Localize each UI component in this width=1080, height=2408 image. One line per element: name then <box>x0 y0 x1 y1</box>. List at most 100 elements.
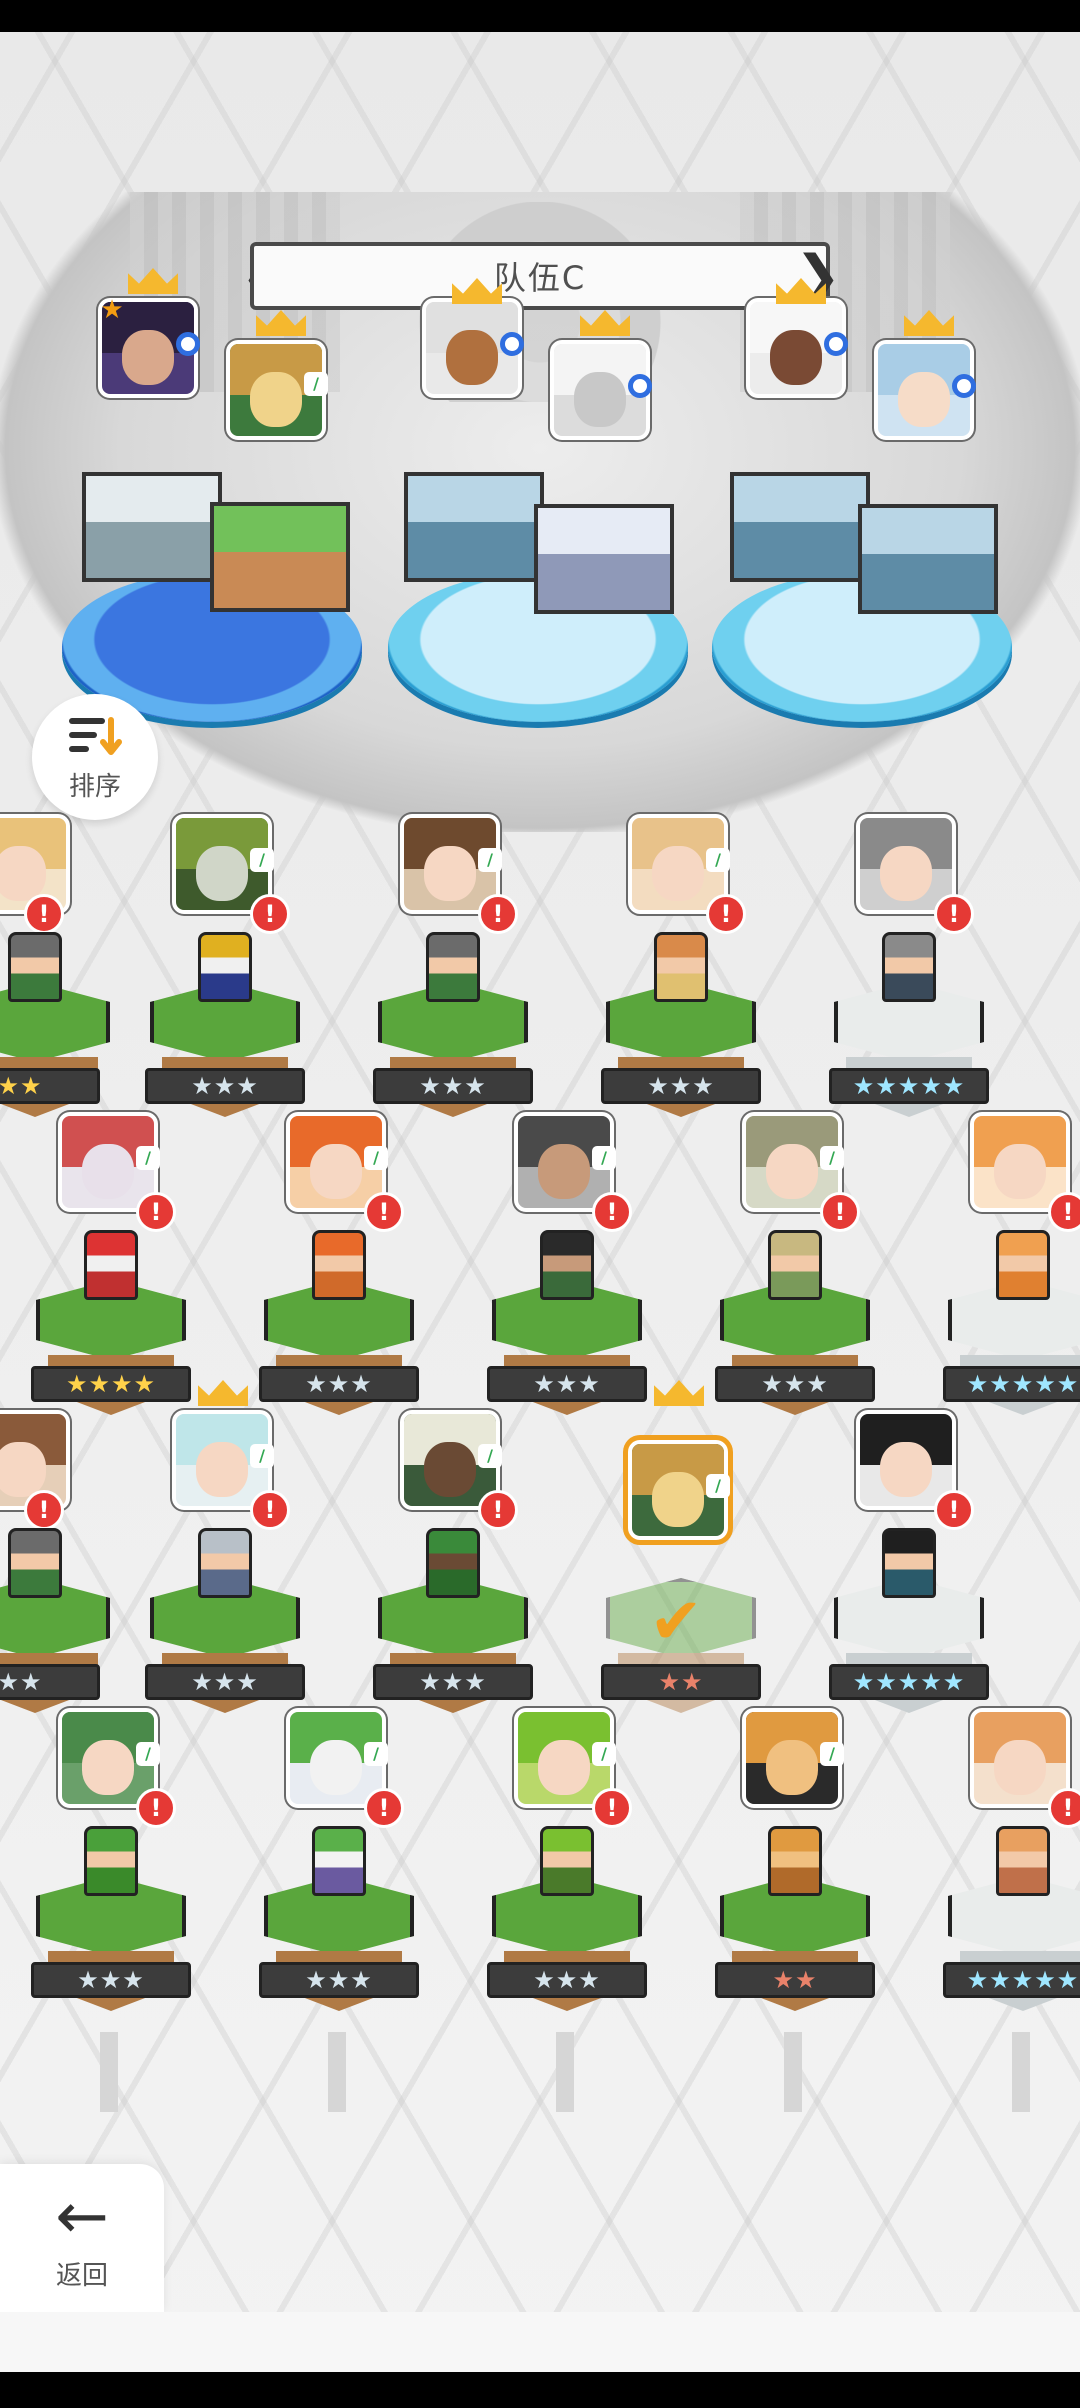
sort-icon <box>69 716 122 755</box>
team-badge-icon <box>176 332 200 356</box>
back-arrow-icon: ← <box>55 2179 109 2254</box>
alert-icon: ! <box>364 1788 404 1828</box>
pedestal-pole <box>556 2032 574 2112</box>
alert-icon: ! <box>136 1788 176 1828</box>
roster-pedestal[interactable] <box>150 932 300 1132</box>
leaf-icon: / <box>250 1444 274 1468</box>
team-badge-icon <box>952 374 976 398</box>
pedestal-pole <box>100 2032 118 2112</box>
leaf-icon: / <box>136 1742 160 1766</box>
team-banner: 队伍C <box>250 242 830 310</box>
leaf-icon: / <box>592 1742 616 1766</box>
leaf-icon: / <box>820 1742 844 1766</box>
leaf-icon: / <box>250 848 274 872</box>
alert-icon: ! <box>24 1490 64 1530</box>
roster-pedestal[interactable] <box>150 1528 300 1728</box>
navigation-bar <box>0 2372 1080 2408</box>
roster-pedestal[interactable] <box>264 1230 414 1430</box>
rarity-stars: ★★★ <box>259 1366 419 1402</box>
roster-pedestal[interactable] <box>606 932 756 1132</box>
roster-pedestal[interactable] <box>834 932 984 1132</box>
leaf-icon: / <box>136 1146 160 1170</box>
roster-pedestal[interactable] <box>264 1826 414 2026</box>
leaf-icon: / <box>820 1146 844 1170</box>
leaf-icon: / <box>364 1146 388 1170</box>
back-label: 返回 <box>55 2260 108 2291</box>
alert-icon: ! <box>934 894 974 934</box>
roster-pedestal[interactable] <box>378 932 528 1132</box>
alert-icon: ! <box>136 1192 176 1232</box>
pedestal-pole <box>784 2032 802 2112</box>
alert-icon: ! <box>820 1192 860 1232</box>
roster-pedestal[interactable] <box>948 1826 1080 2026</box>
rarity-stars: ★★ <box>0 1068 100 1104</box>
rarity-stars: ★★★ <box>601 1068 761 1104</box>
rarity-stars: ★★★ <box>373 1068 533 1104</box>
leaf-icon: / <box>706 1474 730 1498</box>
crown-icon <box>654 1380 704 1406</box>
rarity-stars: ★★★ <box>259 1962 419 1998</box>
alert-icon: ! <box>934 1490 974 1530</box>
roster-pedestal[interactable] <box>720 1826 870 2026</box>
alert-icon: ! <box>478 894 518 934</box>
rarity-stars: ★★★ <box>145 1068 305 1104</box>
roster-pedestal[interactable] <box>36 1230 186 1430</box>
game-stage: ❮ 队伍C ❯ ★ / <box>0 32 1080 2372</box>
team-slot-3[interactable] <box>404 472 544 582</box>
alert-icon: ! <box>478 1490 518 1530</box>
leaf-icon: / <box>364 1742 388 1766</box>
rarity-stars: ★★★ <box>487 1962 647 1998</box>
star-badge-icon: ★ <box>100 295 124 325</box>
back-button[interactable]: ← 返回 <box>0 2164 164 2312</box>
roster-pedestal[interactable] <box>948 1230 1080 1430</box>
roster-pedestal[interactable] <box>492 1826 642 2026</box>
check-icon: ✔ <box>649 1585 703 1659</box>
pedestal-pole <box>328 2032 346 2112</box>
status-bar <box>0 0 1080 32</box>
alert-icon: ! <box>364 1192 404 1232</box>
leaf-icon: / <box>592 1146 616 1170</box>
alert-icon: ! <box>250 1490 290 1530</box>
rarity-stars: ★★★ <box>31 1962 191 1998</box>
roster-pedestal[interactable] <box>492 1230 642 1430</box>
team-badge-icon <box>824 332 848 356</box>
roster-pedestal[interactable] <box>36 1826 186 2026</box>
roster-pedestal[interactable] <box>0 1528 110 1728</box>
alert-icon: ! <box>706 894 746 934</box>
leaf-icon: / <box>478 1444 502 1468</box>
leaf-icon: / <box>478 848 502 872</box>
team-slot-5[interactable] <box>730 472 870 582</box>
pedestal-pole <box>1012 2032 1030 2112</box>
rarity-stars: ★★★★★ <box>829 1068 989 1104</box>
sort-label: 排序 <box>68 771 121 802</box>
rarity-stars: ★★★★★ <box>943 1366 1080 1402</box>
alert-icon: ! <box>250 894 290 934</box>
alert-icon: ! <box>592 1788 632 1828</box>
alert-icon: ! <box>24 894 64 934</box>
sort-button[interactable]: 排序 <box>32 694 158 820</box>
alert-icon: ! <box>592 1192 632 1232</box>
rarity-stars: ★★ <box>0 1664 100 1700</box>
alert-icon: ! <box>1048 1192 1080 1232</box>
rarity-stars: ★★★ <box>715 1366 875 1402</box>
rarity-stars: ★★ <box>601 1664 761 1700</box>
team-badge-icon <box>628 374 652 398</box>
rarity-stars: ★★★ <box>487 1366 647 1402</box>
roster-pedestal[interactable] <box>378 1528 528 1728</box>
rarity-stars: ★★ <box>715 1962 875 1998</box>
rarity-stars: ★★★★★ <box>829 1664 989 1700</box>
rarity-stars: ★★★ <box>145 1664 305 1700</box>
rarity-stars: ★★★ <box>373 1664 533 1700</box>
roster-pedestal[interactable] <box>720 1230 870 1430</box>
team-badge-icon <box>500 332 524 356</box>
crown-icon <box>198 1380 248 1406</box>
roster-pedestal[interactable] <box>834 1528 984 1728</box>
roster-pedestal[interactable] <box>0 932 110 1132</box>
team-slot-1[interactable] <box>82 472 222 582</box>
team-slot-6[interactable] <box>858 504 998 614</box>
leaf-icon: / <box>706 848 730 872</box>
rarity-stars: ★★★★ <box>31 1366 191 1402</box>
team-slot-2[interactable] <box>210 502 350 612</box>
footer-strip <box>0 2312 1080 2372</box>
team-slot-4[interactable] <box>534 504 674 614</box>
